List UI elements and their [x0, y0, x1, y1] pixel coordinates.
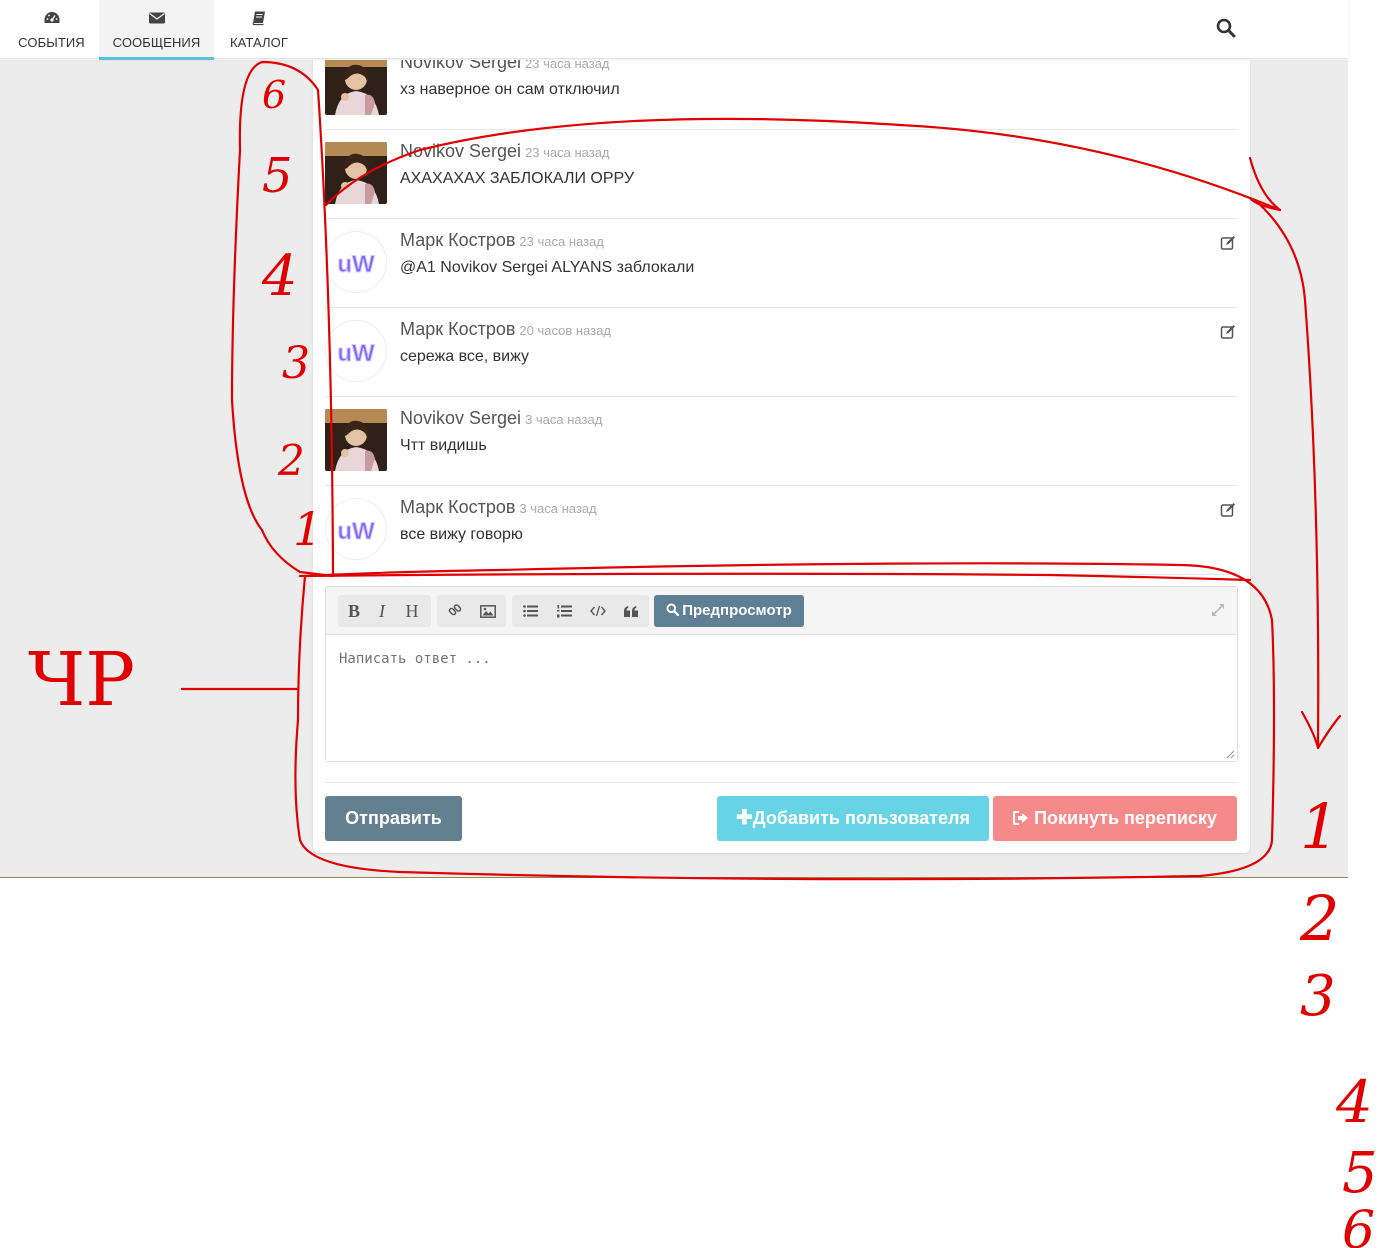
- envelope-icon: [148, 12, 165, 24]
- add-user-button[interactable]: ✚Добавить пользователя: [717, 796, 989, 841]
- annotation-right-number: 6: [1342, 1201, 1375, 1248]
- message-author[interactable]: Novikov Sergei: [400, 141, 521, 161]
- tab-catalog[interactable]: КАТАЛОГ: [214, 0, 304, 59]
- edit-icon[interactable]: [1220, 235, 1236, 251]
- send-button[interactable]: Отправить: [325, 796, 462, 841]
- add-user-label: Добавить пользователя: [752, 808, 970, 828]
- tab-events[interactable]: СОБЫТИЯ: [4, 0, 99, 59]
- avatar: [325, 60, 387, 115]
- image-icon: [480, 605, 496, 618]
- italic-button[interactable]: I: [366, 595, 398, 627]
- tab-events-label: СОБЫТИЯ: [18, 35, 85, 50]
- message-item: uW Марк Костров 23 часа назад @A1 Novikov…: [325, 219, 1238, 308]
- message-text: все вижу говорю: [400, 526, 523, 543]
- top-navbar: СОБЫТИЯ СООБЩЕНИЯ КАТАЛОГ: [0, 0, 1348, 60]
- avatar: uW: [325, 231, 387, 293]
- bullet-list-icon: [522, 605, 538, 617]
- message-time: 23 часа назад: [525, 145, 610, 160]
- message-text: хз наверное он сам отключил: [400, 81, 620, 98]
- message-author[interactable]: Novikov Sergei: [400, 60, 521, 72]
- quote-icon: [624, 606, 638, 617]
- bullet-list-button[interactable]: [514, 595, 546, 627]
- block-group: [512, 595, 649, 627]
- edit-icon[interactable]: [1220, 502, 1236, 518]
- message-time: 3 часа назад: [525, 412, 603, 427]
- reply-editor: B I H Предпросмотр Написать ответ ...: [325, 586, 1238, 762]
- page-bottom-border: [0, 877, 1348, 878]
- annotation-right-number: 4: [1335, 1068, 1373, 1136]
- search-icon: [666, 603, 680, 617]
- edit-icon[interactable]: [1220, 324, 1236, 340]
- preview-button[interactable]: Предпросмотр: [654, 595, 804, 627]
- message-item: Novikov Sergei 23 часа назад хз наверное …: [325, 60, 1238, 130]
- insert-group: [437, 595, 506, 627]
- dashboard-icon: [44, 12, 59, 23]
- message-author[interactable]: Марк Костров: [400, 497, 515, 517]
- link-button[interactable]: [439, 595, 471, 627]
- tab-messages-label: СООБЩЕНИЯ: [112, 35, 201, 50]
- annotation-right-number: 5: [1342, 1141, 1378, 1206]
- conversation-panel: Novikov Sergei 23 часа назад хз наверное …: [313, 60, 1250, 853]
- message-time: 20 часов назад: [519, 323, 611, 338]
- user-photo: [325, 409, 387, 471]
- message-item: uW Марк Костров 3 часа назад все вижу гов…: [325, 486, 1238, 575]
- uw-logo-icon: uW: [337, 340, 376, 368]
- message-time: 3 часа назад: [519, 501, 597, 516]
- message-text: Чтт видишь: [400, 437, 487, 454]
- search-icon[interactable]: [1214, 16, 1238, 40]
- image-button[interactable]: [472, 595, 504, 627]
- format-group: B I H: [338, 595, 431, 627]
- tab-catalog-label: КАТАЛОГ: [229, 35, 289, 50]
- annotation-right-number: 2: [1299, 882, 1339, 955]
- message-author[interactable]: Novikov Sergei: [400, 408, 521, 428]
- uw-logo-icon: uW: [337, 251, 376, 279]
- leave-conversation-button[interactable]: Покинуть переписку: [993, 796, 1237, 841]
- user-photo: [325, 142, 387, 204]
- link-icon: [448, 604, 462, 616]
- svg-text:uW: uW: [337, 340, 375, 367]
- avatar: [325, 409, 387, 471]
- resize-handle-icon[interactable]: [1225, 749, 1235, 759]
- message-item: uW Марк Костров 20 часов назад сережа все…: [325, 308, 1238, 397]
- sign-out-icon: [1013, 811, 1029, 825]
- message-text: сережа все, вижу: [400, 348, 529, 365]
- fullscreen-icon[interactable]: [1211, 603, 1225, 617]
- numbered-list-button[interactable]: [548, 595, 580, 627]
- message-item: Novikov Sergei 3 часа назад Чтт видишь: [325, 397, 1238, 486]
- message-author[interactable]: Марк Костров: [400, 319, 515, 339]
- message-time: 23 часа назад: [519, 234, 604, 249]
- numbered-list-icon: [556, 605, 572, 618]
- leave-label: Покинуть переписку: [1034, 808, 1217, 828]
- message-author[interactable]: Марк Костров: [400, 230, 515, 250]
- message-text: @A1 Novikov Sergei ALYANS заблокали: [400, 259, 695, 276]
- code-icon: [590, 605, 606, 617]
- avatar: [325, 142, 387, 204]
- uw-logo-icon: uW: [337, 518, 376, 546]
- reply-textarea[interactable]: [326, 635, 1237, 761]
- message-time: 23 часа назад: [525, 60, 610, 71]
- tab-messages[interactable]: СООБЩЕНИЯ: [99, 0, 214, 60]
- preview-label: Предпросмотр: [682, 602, 792, 619]
- quote-button[interactable]: [615, 595, 647, 627]
- svg-text:uW: uW: [337, 518, 375, 545]
- message-text: АХАХАХАХ ЗАБЛОКАЛИ ОРРУ: [400, 170, 634, 187]
- heading-button[interactable]: H: [396, 595, 428, 627]
- avatar: uW: [325, 498, 387, 560]
- editor-toolbar: B I H Предпросмотр: [326, 587, 1237, 635]
- book-icon: [252, 11, 265, 26]
- user-photo: [325, 60, 387, 115]
- annotation-right-number: 3: [1300, 964, 1336, 1029]
- divider: [325, 782, 1238, 783]
- message-item: Novikov Sergei 23 часа назад АХАХАХАХ ЗАБ…: [325, 130, 1238, 219]
- svg-text:uW: uW: [337, 251, 375, 278]
- code-button[interactable]: [582, 595, 614, 627]
- plus-icon: ✚: [736, 807, 753, 829]
- avatar: uW: [325, 320, 387, 382]
